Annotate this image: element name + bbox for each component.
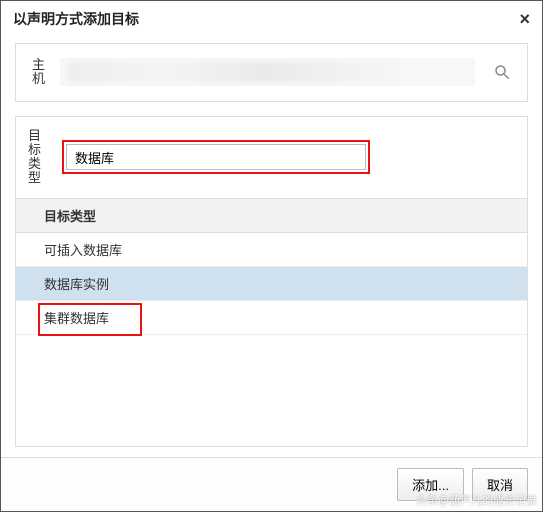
list-item[interactable]: 数据库实例 bbox=[16, 267, 527, 301]
add-button[interactable]: 添加... bbox=[397, 468, 464, 501]
titlebar: 以声明方式添加目标 × bbox=[1, 1, 542, 37]
list-header: 目标类型 bbox=[16, 198, 527, 233]
target-type-row: 目标类型 bbox=[16, 129, 527, 198]
cancel-button[interactable]: 取消 bbox=[472, 468, 528, 501]
host-panel: 主机 bbox=[15, 43, 528, 102]
close-icon[interactable]: × bbox=[519, 10, 530, 28]
dialog: 以声明方式添加目标 × 主机 目标类型 bbox=[0, 0, 543, 512]
dialog-footer: 添加... 取消 bbox=[1, 457, 542, 511]
host-label: 主机 bbox=[32, 58, 50, 87]
host-row: 主机 bbox=[32, 58, 511, 87]
target-type-input-highlight bbox=[62, 140, 370, 174]
search-icon[interactable] bbox=[493, 63, 511, 81]
dialog-title: 以声明方式添加目标 bbox=[13, 9, 139, 29]
list-item[interactable]: 可插入数据库 bbox=[16, 233, 527, 267]
host-blur bbox=[68, 62, 395, 82]
host-input[interactable] bbox=[60, 58, 475, 86]
target-type-list: 可插入数据库 数据库实例 集群数据库 bbox=[16, 233, 527, 446]
target-type-panel: 目标类型 目标类型 可插入数据库 数据库实例 集群数据库 bbox=[15, 116, 528, 447]
target-type-label: 目标类型 bbox=[28, 129, 44, 186]
list-item[interactable]: 集群数据库 bbox=[16, 301, 527, 335]
target-type-input[interactable] bbox=[66, 144, 366, 170]
dialog-content: 主机 目标类型 目标类型 bbox=[1, 37, 542, 457]
